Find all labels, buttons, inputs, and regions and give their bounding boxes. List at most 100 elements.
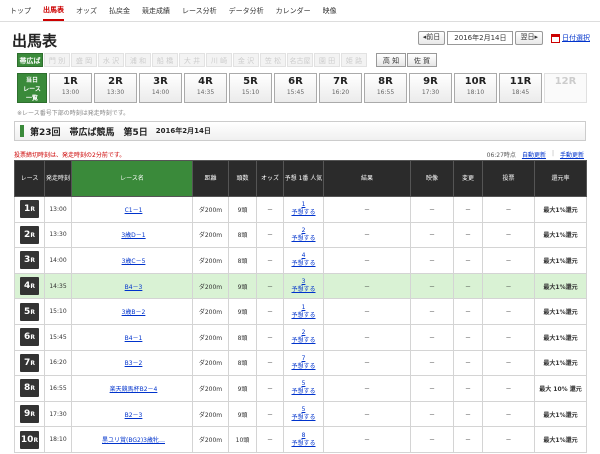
race-name-link[interactable]: B2－3	[125, 412, 143, 419]
favorite-number[interactable]: 7	[302, 355, 306, 362]
nav-link[interactable]: 払戻金	[109, 0, 130, 22]
start-time: 15:45	[44, 323, 72, 351]
race-tab[interactable]: 9R 17:30	[409, 73, 452, 103]
venue-tab: 門 別	[44, 53, 70, 67]
predict-link[interactable]: 予想する	[291, 235, 315, 242]
result: －	[323, 272, 411, 300]
predict-link[interactable]: 予想する	[291, 440, 315, 447]
distance: ダ200m	[192, 298, 229, 325]
nav-link[interactable]: カレンダー	[276, 0, 311, 22]
race-tab[interactable]: 2R 13:30	[94, 73, 137, 103]
predict-link[interactable]: 予想する	[291, 388, 315, 395]
distance: ダ200m	[192, 272, 229, 300]
favorite-number[interactable]: 5	[302, 406, 306, 413]
favorite-number[interactable]: 1	[302, 201, 306, 208]
favorite-number[interactable]: 5	[302, 380, 306, 387]
head-count: 9頭	[228, 272, 257, 300]
race-name-link[interactable]: 3歳B－2	[122, 309, 146, 316]
change: －	[453, 349, 483, 377]
race-name-link[interactable]: 3歳C－5	[122, 258, 146, 265]
table-row: 1R 13:00 C1－1 ダ200m 9頭－ 1 予想する－－－－最大1%還元	[14, 196, 587, 223]
race-number-badge[interactable]: 8R	[20, 379, 39, 398]
start-time: 16:20	[44, 349, 72, 377]
race-name-link[interactable]: B3－2	[125, 360, 143, 367]
race-name-link[interactable]: 黒ユリ賞(BG2)3歳牝…	[102, 437, 165, 444]
race-number-badge[interactable]: 3R	[20, 251, 39, 270]
race-tab-number: 6R	[288, 76, 303, 87]
predict-link[interactable]: 予想する	[291, 363, 315, 370]
race-tab[interactable]: 6R 15:45	[274, 73, 317, 103]
video: －	[410, 196, 454, 223]
predict-link[interactable]: 予想する	[291, 312, 315, 319]
race-name-link[interactable]: B4－1	[125, 335, 143, 342]
race-number-badge[interactable]: 5R	[20, 302, 39, 321]
race-name-link[interactable]: C1－1	[125, 207, 143, 214]
predict-link[interactable]: 予想する	[291, 286, 315, 293]
race-tab[interactable]: 5R 15:10	[229, 73, 272, 103]
video: －	[410, 400, 454, 428]
event-title: 第23回 帯広ば競馬 第5日	[30, 127, 148, 138]
nav-link[interactable]: 競走成績	[142, 0, 170, 22]
predict-link[interactable]: 予想する	[291, 337, 315, 344]
result: －	[323, 349, 411, 377]
change: －	[453, 298, 483, 325]
favorite-number[interactable]: 4	[302, 252, 306, 259]
nav-link[interactable]: データ分析	[229, 0, 264, 22]
today-tab-line: 当日	[25, 77, 38, 84]
today-race-list-tab[interactable]: 当日 レース 一覧	[17, 73, 47, 103]
predict-link[interactable]: 予想する	[291, 260, 315, 267]
change: －	[453, 426, 483, 453]
race-tab[interactable]: 10R 18:10	[454, 73, 497, 103]
head-count: 9頭	[228, 400, 257, 428]
race-number-badge[interactable]: 2R	[20, 225, 39, 244]
nav-link[interactable]: 映像	[323, 0, 337, 22]
race-number-badge[interactable]: 10R	[20, 430, 39, 449]
race-tab[interactable]: 7R 16:20	[319, 73, 362, 103]
nav-link[interactable]: オッズ	[76, 0, 97, 22]
race-tab[interactable]: 3R 14:00	[139, 73, 182, 103]
distance: ダ200m	[192, 349, 229, 377]
column-header: 予想 1番 人気	[283, 160, 324, 197]
venue-tab[interactable]: 高 知	[376, 53, 406, 67]
race-number-badge[interactable]: 4R	[20, 277, 39, 296]
race-name-link[interactable]: 楽天競馬杯B2－4	[110, 386, 158, 393]
favorite-number[interactable]: 2	[302, 227, 306, 234]
venue-tab[interactable]: 帯広ば	[17, 53, 43, 67]
race-tab[interactable]: 4R 14:35	[184, 73, 227, 103]
predict-link[interactable]: 予想する	[291, 209, 315, 216]
favorite-number[interactable]: 2	[302, 329, 306, 336]
next-day-button[interactable]: 翌日▸	[515, 31, 543, 45]
race-time-note: ※レース番号下部の時刻は発走時刻です。	[17, 110, 130, 117]
race-cell: 4R	[14, 272, 45, 300]
venue-tab[interactable]: 佐 賀	[407, 53, 437, 67]
favorite-number[interactable]: 3	[302, 278, 306, 285]
race-tab[interactable]: 8R 16:55	[364, 73, 407, 103]
date-select-link[interactable]: 日付選択	[551, 33, 590, 43]
race-tab[interactable]: 1R 13:00	[49, 73, 92, 103]
column-header: 還元率	[534, 160, 587, 197]
return-rate: 最大1%還元	[534, 349, 587, 377]
nav-link[interactable]: レース分析	[182, 0, 217, 22]
result: －	[323, 196, 411, 223]
vote: －	[482, 298, 535, 325]
race-tab-time: 16:55	[376, 89, 395, 96]
race-number-badge[interactable]: 6R	[20, 328, 39, 347]
favorite-number[interactable]: 8	[302, 432, 306, 439]
race-cell: 10R	[14, 426, 45, 453]
distance: ダ200m	[192, 323, 229, 351]
race-number-badge[interactable]: 9R	[20, 405, 39, 424]
race-number-badge[interactable]: 7R	[20, 353, 39, 372]
race-number-badge[interactable]: 1R	[20, 200, 39, 219]
result: －	[323, 323, 411, 351]
race-tab[interactable]: 11R 18:45	[499, 73, 542, 103]
prev-day-button[interactable]: ◂前日	[417, 31, 446, 45]
auto-update-link[interactable]: 自動更新	[522, 150, 546, 159]
race-name-link[interactable]: B4－3	[125, 284, 143, 291]
race-name-link[interactable]: 3歳D－1	[121, 232, 145, 239]
race-cell: 6R	[14, 323, 45, 351]
manual-update-link[interactable]: 手動更新	[560, 150, 584, 159]
nav-link[interactable]: 出馬表	[43, 1, 64, 21]
predict-link[interactable]: 予想する	[291, 414, 315, 421]
favorite-number[interactable]: 1	[302, 304, 306, 311]
nav-link[interactable]: トップ	[10, 0, 31, 22]
